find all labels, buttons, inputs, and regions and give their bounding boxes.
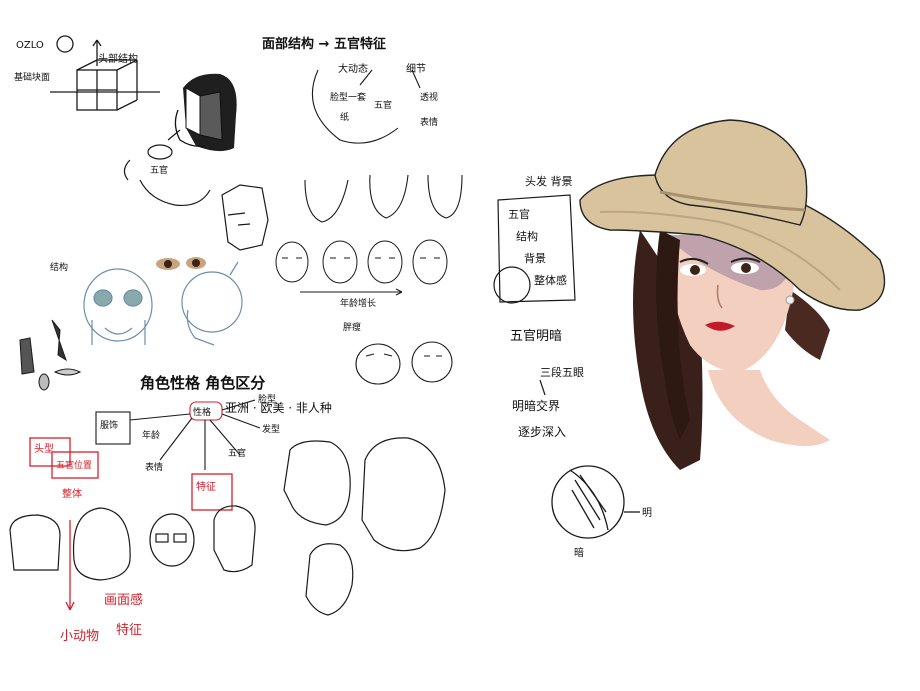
flow-sub-1: 细节 — [406, 62, 426, 75]
red-note-feature-2: 特征 — [116, 623, 142, 638]
face-shape-row — [304, 174, 463, 223]
face-progression-row — [275, 239, 448, 296]
fat-label: 胖瘦 — [343, 321, 361, 333]
head-block-sketch — [174, 73, 237, 152]
cube-construction-sketch — [50, 35, 160, 111]
red-note-feature: 特征 — [196, 481, 216, 493]
mindmap-center: 性格 — [193, 406, 211, 418]
right-note-box — [493, 194, 576, 396]
right-note-structure: 结构 — [516, 229, 538, 243]
mindmap-item-4: 年龄 — [142, 429, 160, 441]
mindmap-item-2: 五官 — [228, 447, 246, 459]
old-men-heads — [283, 437, 446, 616]
sphere-light-label: 明 — [642, 507, 652, 519]
flow-title: 面部结构 → 五官特征 — [262, 36, 386, 52]
right-note-overall: 整体感 — [534, 273, 567, 287]
skull-side-sketch — [181, 261, 243, 346]
right-note-terminator: 明暗交界 — [512, 398, 560, 413]
right-note-hair-bg: 头发 背景 — [525, 174, 573, 188]
red-note-feature-position: 五官位置 — [56, 459, 92, 471]
mindmap-item-1: 发型 — [262, 423, 280, 435]
red-note-small-animal: 小动物 — [60, 629, 99, 644]
fat-faces — [355, 341, 453, 385]
portrait-girl-with-hat — [579, 119, 886, 470]
sphere-shading-sketch — [551, 465, 640, 539]
flow-lines — [311, 69, 421, 144]
right-note-features: 五官 — [508, 207, 530, 221]
flow-item-2: 五官 — [374, 99, 392, 111]
flow-item-1: 纸 — [340, 111, 349, 123]
right-note-deepen: 逐步深入 — [518, 425, 566, 439]
mindmap-item-3: 服饰 — [100, 419, 118, 431]
nose-mouth-study-sketch — [19, 319, 82, 391]
note-ozlo: OZLO — [16, 40, 44, 51]
red-note-picture: 画面感 — [104, 592, 143, 608]
flow-item-3: 透视 — [420, 91, 438, 103]
skull-front-sketch — [83, 268, 153, 345]
age-arrow-label: 年龄增长 — [340, 297, 376, 309]
note-base-planes: 基础块面 — [14, 71, 50, 83]
note-five-features: 五官 — [150, 164, 168, 176]
sketch-canvas: OZLO 头部结构 基础块面 五官 结构 面部结构 → 五官特征 大动态 细节 … — [9, 35, 886, 644]
mindmap-item-5: 表情 — [145, 461, 163, 473]
red-note-head-shape: 头型 — [34, 442, 54, 455]
simple-heads-row — [9, 505, 256, 581]
right-note-background: 背景 — [524, 251, 546, 265]
center-sub: 亚洲 · 欧美 · 非人种 — [225, 401, 332, 415]
right-note-proportions: 三段五眼 — [540, 365, 584, 379]
eye-study-sketch — [156, 257, 206, 270]
mindmap-item-0: 脸型 — [258, 393, 276, 405]
flow-item-0: 脸型一套 — [330, 91, 366, 103]
head-profile-sketch — [221, 184, 269, 251]
note-skull: 结构 — [50, 261, 68, 273]
note-head-structure: 头部结构 — [98, 52, 138, 65]
red-note-overall: 整体 — [62, 487, 82, 500]
sphere-dark-label: 暗 — [574, 546, 584, 559]
right-note-light: 五官明暗 — [510, 328, 562, 344]
center-title: 角色性格 角色区分 — [140, 374, 265, 392]
flow-sub-0: 大动态 — [338, 62, 368, 75]
flow-item-4: 表情 — [420, 116, 438, 128]
